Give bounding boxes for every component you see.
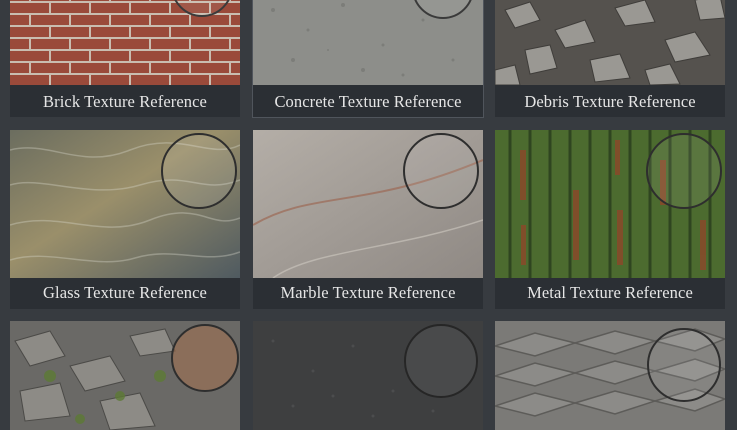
rocks-thumbnail[interactable] [10,321,240,430]
slate-thumbnail[interactable] [495,321,725,430]
concrete-thumbnail[interactable] [253,0,483,85]
marble-thumbnail[interactable] [253,130,483,278]
asphalt-thumbnail[interactable] [253,321,483,430]
texture-card-marble[interactable]: Marble Texture Reference [253,130,483,309]
glass-thumbnail[interactable] [10,130,240,278]
debris-thumbnail[interactable] [495,0,725,85]
texture-card-rocks[interactable] [10,321,240,430]
texture-card-debris[interactable]: Debris Texture Reference [495,0,725,117]
texture-title[interactable]: Debris Texture Reference [495,87,725,117]
texture-card-concrete[interactable]: Concrete Texture Reference [253,0,483,117]
texture-card-glass[interactable]: Glass Texture Reference [10,130,240,309]
texture-card-metal[interactable]: Metal Texture Reference [495,130,725,309]
texture-card-brick[interactable]: Brick Texture Reference [10,0,240,117]
texture-gallery: Brick Texture Reference Concrete Texture… [0,0,737,430]
texture-title[interactable]: Brick Texture Reference [10,87,240,117]
brick-thumbnail[interactable] [10,0,240,85]
metal-thumbnail[interactable] [495,130,725,278]
texture-title[interactable]: Metal Texture Reference [495,278,725,308]
texture-card-slate[interactable] [495,321,725,430]
texture-title[interactable]: Glass Texture Reference [10,278,240,308]
texture-card-asphalt[interactable] [253,321,483,430]
texture-title[interactable]: Marble Texture Reference [253,278,483,308]
texture-title[interactable]: Concrete Texture Reference [253,87,483,117]
